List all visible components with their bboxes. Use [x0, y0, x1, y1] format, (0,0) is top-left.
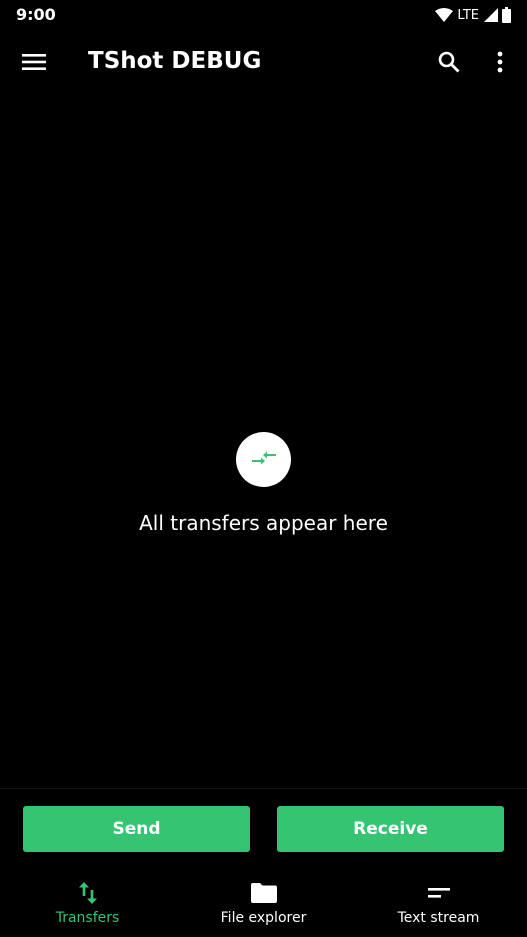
short-text-icon: [427, 880, 450, 906]
status-icons: LTE: [435, 6, 511, 24]
receive-button[interactable]: Receive: [277, 806, 504, 852]
compare-arrows-icon: [251, 449, 277, 471]
app-bar: TShot DEBUG: [0, 30, 527, 98]
folder-icon: [250, 880, 277, 906]
nav-item-text-stream[interactable]: Text stream: [351, 872, 526, 937]
signal-icon: [484, 8, 498, 22]
battery-icon: [502, 7, 511, 23]
status-time: 9:00: [16, 5, 56, 24]
empty-state: All transfers appear here: [0, 432, 527, 535]
empty-state-message: All transfers appear here: [139, 511, 388, 535]
swap-vertical-icon: [78, 880, 97, 906]
bottom-navigation: Transfers File explorer Text stream: [0, 872, 527, 937]
nav-item-transfers[interactable]: Transfers: [0, 872, 175, 937]
menu-button[interactable]: [10, 40, 58, 88]
menu-icon: [22, 53, 46, 75]
empty-state-icon-circle: [236, 432, 291, 487]
search-button[interactable]: [425, 40, 473, 88]
send-button[interactable]: Send: [23, 806, 250, 852]
nav-label-transfers: Transfers: [55, 910, 120, 926]
nav-item-file-explorer[interactable]: File explorer: [176, 872, 351, 937]
search-icon: [438, 51, 460, 77]
network-type: LTE: [457, 7, 479, 23]
app-title: TShot DEBUG: [88, 48, 262, 74]
status-bar: 9:00 LTE: [0, 0, 527, 30]
actions-divider: [0, 788, 527, 789]
wifi-icon: [435, 7, 454, 23]
more-options-button[interactable]: [476, 40, 524, 88]
more-vert-icon: [497, 51, 503, 77]
nav-label-text-stream: Text stream: [397, 910, 480, 926]
nav-label-file-explorer: File explorer: [220, 910, 307, 926]
